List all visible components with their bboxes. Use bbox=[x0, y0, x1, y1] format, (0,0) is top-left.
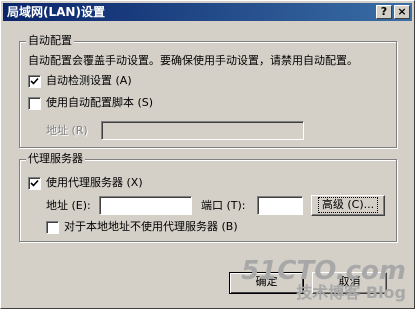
use-script-checkbox[interactable] bbox=[28, 97, 41, 110]
close-button[interactable]: × bbox=[394, 5, 410, 19]
advanced-button-label: 高级 (C)... bbox=[317, 197, 379, 213]
window-title: 局域网(LAN)设置 bbox=[7, 5, 105, 19]
port-input[interactable] bbox=[257, 196, 303, 215]
auto-config-description: 自动配置会覆盖手动设置。要确保使用手动设置，请禁用自动配置。 bbox=[28, 54, 358, 67]
bypass-local-checkbox[interactable] bbox=[46, 221, 59, 234]
port-label: 端口 (T): bbox=[201, 199, 246, 212]
help-button[interactable]: ? bbox=[376, 5, 392, 19]
lan-settings-dialog: 局域网(LAN)设置 ? × 自动配置 自动配置会覆盖手动设置。要确保使用手动设… bbox=[0, 0, 415, 309]
proxy-address-input[interactable] bbox=[99, 196, 192, 215]
checkmark-icon bbox=[30, 179, 39, 187]
use-proxy-label[interactable]: 使用代理服务器 (X) bbox=[46, 176, 143, 190]
use-script-label[interactable]: 使用自动配置脚本 (S) bbox=[46, 96, 153, 110]
watermark-line2: 技术博客 Blog bbox=[296, 283, 406, 302]
auto-detect-checkbox[interactable] bbox=[28, 75, 41, 88]
advanced-button[interactable]: 高级 (C)... bbox=[311, 195, 385, 216]
use-proxy-checkbox[interactable] bbox=[28, 177, 41, 190]
watermark: 51CTO.com 技术博客 Blog bbox=[241, 258, 406, 302]
watermark-line1: 51CTO.com bbox=[241, 256, 406, 286]
bypass-local-label[interactable]: 对于本地地址不使用代理服务器 (B) bbox=[64, 220, 238, 234]
script-address-label: 地址 (R) bbox=[46, 124, 88, 137]
auto-detect-label[interactable]: 自动检测设置 (A) bbox=[46, 74, 132, 88]
script-address-input[interactable] bbox=[101, 121, 304, 140]
title-bar: 局域网(LAN)设置 ? × bbox=[3, 3, 412, 21]
proxy-legend: 代理服务器 bbox=[26, 152, 85, 166]
checkmark-icon bbox=[30, 77, 39, 85]
auto-config-legend: 自动配置 bbox=[26, 34, 74, 48]
proxy-address-label: 地址 (E): bbox=[46, 199, 91, 212]
